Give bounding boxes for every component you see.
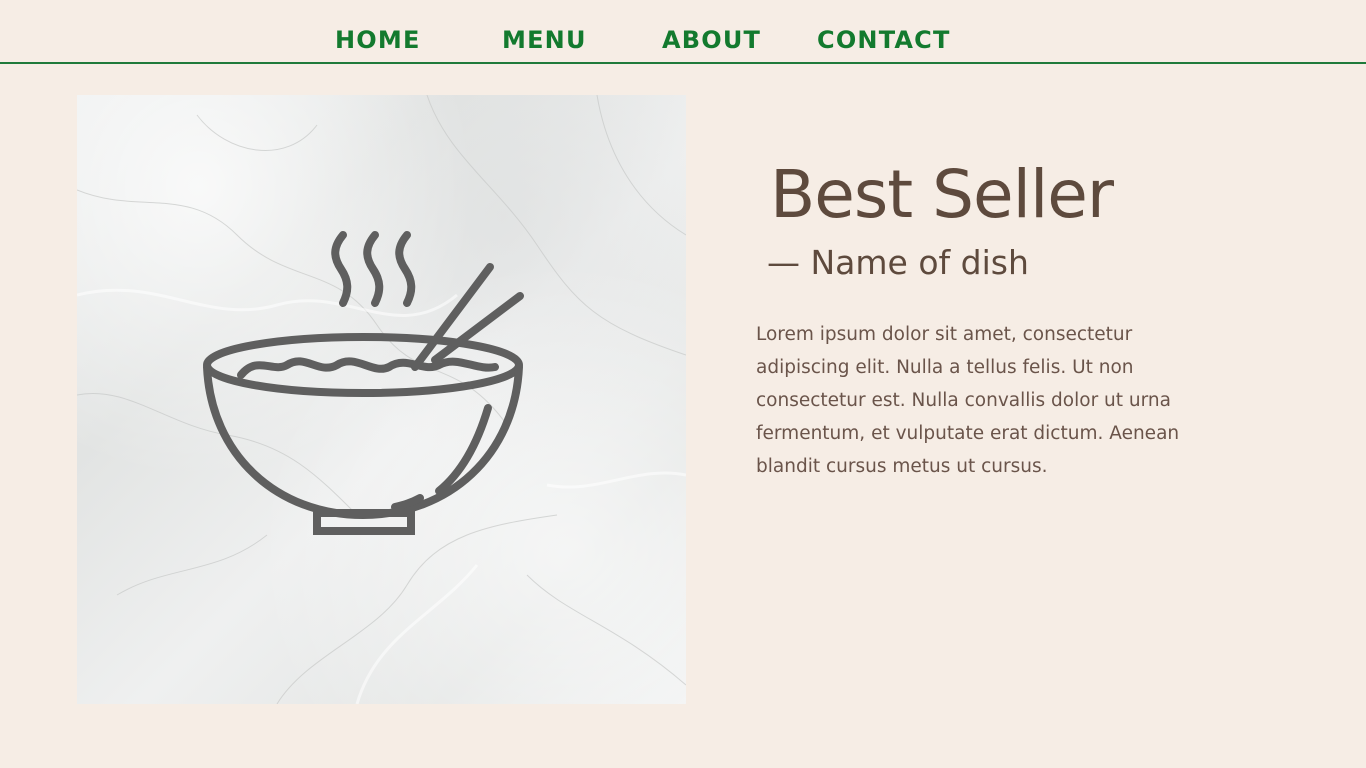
dish-name-subheading: — Name of dish	[767, 243, 1029, 282]
nav-home-link[interactable]: HOME	[335, 26, 421, 54]
top-navigation: HOME MENU ABOUT CONTACT	[0, 0, 1366, 64]
noodle-bowl-icon	[203, 231, 524, 535]
nav-about-link[interactable]: ABOUT	[662, 26, 761, 54]
dish-description: Lorem ipsum dolor sit amet, consectetur …	[756, 324, 1180, 477]
nav-contact-link[interactable]: CONTACT	[817, 26, 951, 54]
dish-image-panel	[77, 95, 686, 704]
nav-menu-link[interactable]: MENU	[502, 26, 587, 54]
best-seller-heading: Best Seller	[770, 156, 1114, 233]
